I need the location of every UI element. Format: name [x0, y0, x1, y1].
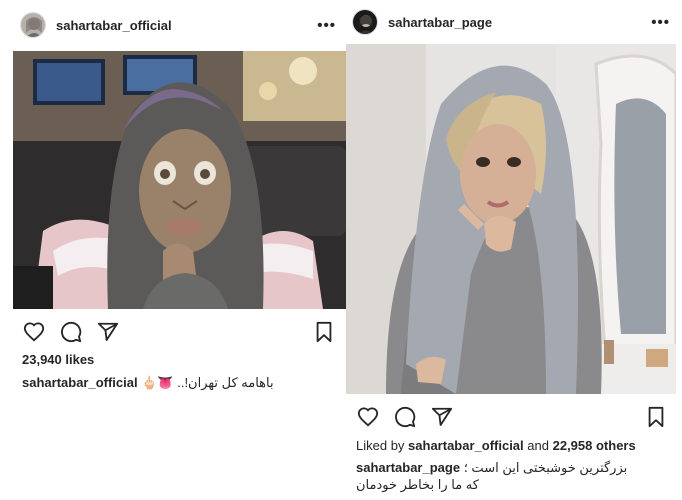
caption-text-line1: بزرگترین خوشبختی این است ؛: [463, 460, 628, 475]
liked-by-line: Liked by sahartabar_official and 22,958 …: [356, 438, 636, 453]
bookmark-icon[interactable]: [644, 405, 668, 429]
heart-icon[interactable]: [356, 405, 380, 429]
avatar[interactable]: [352, 9, 378, 35]
liked-by-user[interactable]: sahartabar_official: [408, 438, 524, 453]
post-header: sahartabar_page •••: [346, 0, 682, 44]
likes-count[interactable]: 23,940 likes: [22, 352, 94, 367]
avatar[interactable]: [20, 12, 46, 38]
caption-username[interactable]: sahartabar_official: [22, 375, 138, 390]
caption-text-line2: که ما را بخاطر خودمان: [356, 477, 479, 492]
share-icon[interactable]: [430, 405, 454, 429]
post-photo[interactable]: [346, 44, 676, 394]
heart-icon[interactable]: [22, 320, 46, 344]
action-bar: [22, 319, 336, 345]
caption: sahartabar_page بزرگترین خوشبختی این است…: [356, 459, 676, 493]
action-bar: [356, 404, 668, 430]
bookmark-icon[interactable]: [312, 320, 336, 344]
post-right: sahartabar_page ••• Liked by sahartabar_…: [346, 0, 682, 500]
caption-text: باهامه کل تهران!.. 👅🖕🏻: [141, 375, 274, 390]
liked-by-prefix: Liked by: [356, 438, 405, 453]
share-icon[interactable]: [96, 320, 120, 344]
more-dots-icon[interactable]: •••: [317, 18, 336, 33]
post-header: sahartabar_official •••: [0, 0, 346, 50]
post-photo[interactable]: [13, 51, 346, 309]
liked-by-and: and: [527, 438, 549, 453]
comment-icon[interactable]: [59, 320, 83, 344]
username[interactable]: sahartabar_page: [388, 15, 651, 30]
caption: sahartabar_official باهامه کل تهران!.. 👅…: [22, 374, 340, 391]
username[interactable]: sahartabar_official: [56, 18, 317, 33]
liked-by-others[interactable]: 22,958 others: [553, 438, 636, 453]
more-dots-icon[interactable]: •••: [651, 15, 670, 30]
caption-username[interactable]: sahartabar_page: [356, 460, 460, 475]
post-left: sahartabar_official ••• 23,940 likes sah…: [0, 0, 346, 500]
comment-icon[interactable]: [393, 405, 417, 429]
